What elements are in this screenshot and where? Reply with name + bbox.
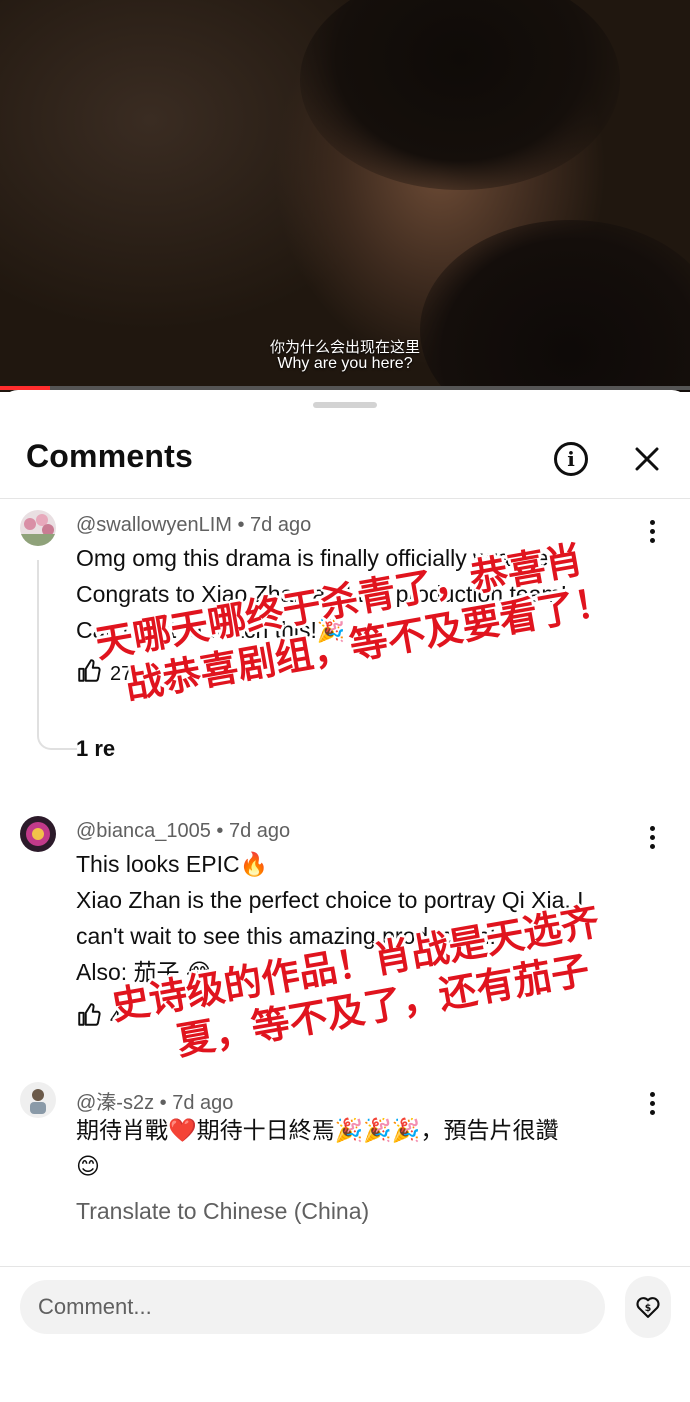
composer-divider	[0, 1266, 690, 1267]
header-divider	[0, 498, 690, 499]
comment-meta: @bianca_1005 • 7d ago	[76, 820, 291, 842]
view-replies-link[interactable]: 1 re	[76, 736, 115, 762]
subtitle-chinese: 你为什么会出现在这里	[269, 339, 420, 356]
like-icon[interactable]	[76, 658, 102, 690]
comments-sheet: Comments i @swallowyenLIM • 7d ago Omg o…	[0, 390, 690, 1402]
comment-author[interactable]: @swallowyenLIM	[76, 514, 232, 536]
sheet-drag-handle[interactable]	[313, 402, 377, 408]
comment-meta: @swallowyenLIM • 7d ago	[76, 514, 312, 536]
comment-text: 期待肖戰❤️期待十日終焉🎉🎉🎉，預告片很讚 😊	[76, 1112, 656, 1184]
avatar[interactable]	[20, 1082, 56, 1118]
comment-input[interactable]	[20, 1280, 605, 1334]
comment-line: 期待肖戰❤️期待十日終焉🎉🎉🎉，預告片很讚	[76, 1117, 559, 1143]
super-thanks-icon[interactable]: $	[625, 1276, 671, 1338]
like-icon[interactable]	[76, 1002, 102, 1034]
comment-age: 7d ago	[228, 820, 291, 842]
video-player[interactable]: 你为什么会出现在这里 Why are you here?	[0, 0, 690, 392]
reply-thread-line	[37, 560, 77, 750]
comment-author[interactable]: @bianca_1005	[76, 820, 211, 842]
comments-title: Comments	[26, 438, 193, 474]
close-icon[interactable]	[630, 442, 664, 476]
video-frame-figure	[300, 0, 620, 190]
comment-line: This looks EPIC🔥	[76, 851, 269, 877]
comment-line: 😊	[76, 1153, 100, 1179]
info-icon[interactable]: i	[554, 442, 588, 476]
avatar[interactable]	[20, 510, 56, 546]
avatar[interactable]	[20, 816, 56, 852]
svg-text:$: $	[645, 1303, 652, 1314]
comment-age: 7d ago	[250, 514, 312, 536]
subtitle-english: Why are you here?	[277, 355, 413, 372]
translate-link[interactable]: Translate to Chinese (China)	[76, 1198, 369, 1225]
comment-author[interactable]: @溱-s2z	[76, 1092, 154, 1114]
comment-meta: @溱-s2z • 7d ago	[76, 1092, 234, 1114]
comment-age: 7d ago	[172, 1092, 234, 1114]
